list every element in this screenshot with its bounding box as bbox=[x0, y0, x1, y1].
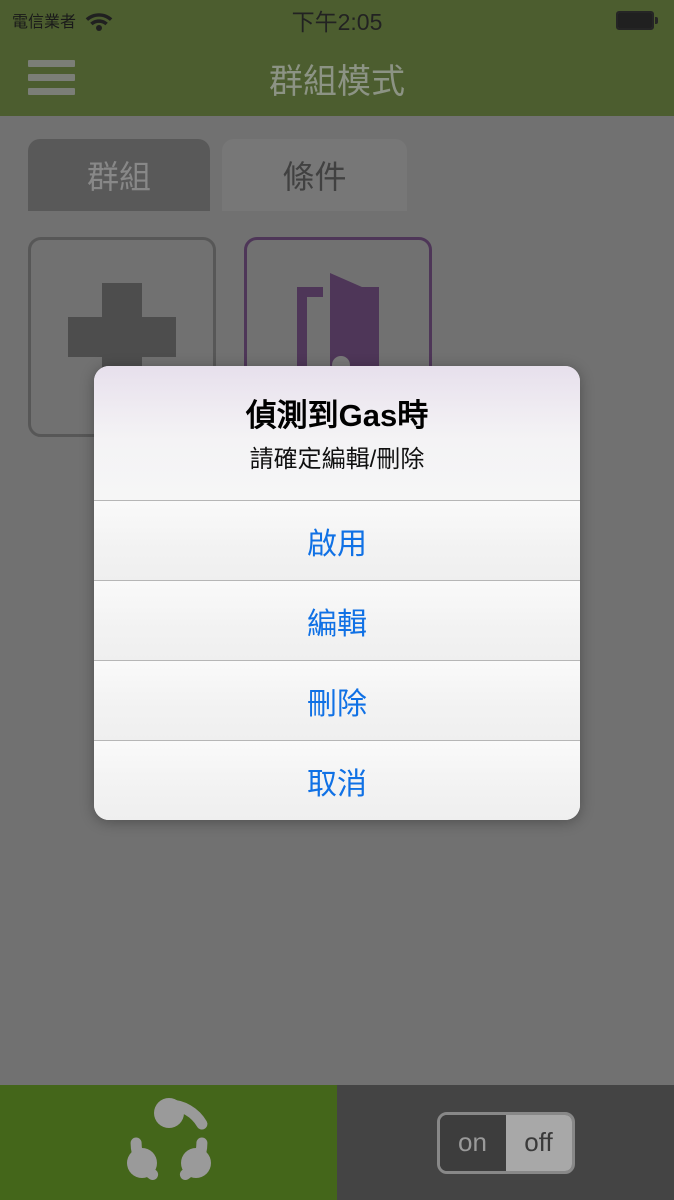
power-toggle-area: on off bbox=[337, 1085, 674, 1200]
toggle-on-label: on bbox=[458, 1127, 487, 1157]
share-group-icon bbox=[119, 1093, 219, 1193]
alert-message: 請確定編輯/刪除 bbox=[249, 445, 425, 473]
alert-button-delete-label: 刪除 bbox=[307, 687, 367, 721]
alert-button-cancel-label: 取消 bbox=[307, 767, 367, 801]
action-sheet-dialog: 偵測到Gas時 請確定編輯/刪除 啟用 編輯 刪除 取消 bbox=[94, 366, 580, 821]
bottom-bar: on off bbox=[0, 1085, 674, 1200]
app-screen: 電信業者 下午2:05 群組模式 群組 條件 偵測到Gas時 請確定編輯/刪除 … bbox=[0, 0, 674, 1200]
alert-header: 偵測到Gas時 請確定編輯/刪除 bbox=[94, 366, 580, 501]
toggle-off-label: off bbox=[524, 1127, 553, 1157]
alert-button-cancel[interactable]: 取消 bbox=[94, 740, 580, 821]
alert-button-edit[interactable]: 編輯 bbox=[94, 580, 580, 661]
toggle-segment-on[interactable]: on bbox=[439, 1114, 506, 1171]
alert-button-edit-label: 編輯 bbox=[307, 607, 367, 641]
on-off-toggle[interactable]: on off bbox=[436, 1111, 575, 1174]
alert-button-delete[interactable]: 刪除 bbox=[94, 660, 580, 741]
alert-button-enable[interactable]: 啟用 bbox=[94, 500, 580, 581]
share-group-button[interactable] bbox=[0, 1085, 337, 1200]
alert-title: 偵測到Gas時 bbox=[245, 398, 429, 433]
alert-button-enable-label: 啟用 bbox=[307, 527, 367, 561]
toggle-segment-off[interactable]: off bbox=[505, 1114, 572, 1171]
